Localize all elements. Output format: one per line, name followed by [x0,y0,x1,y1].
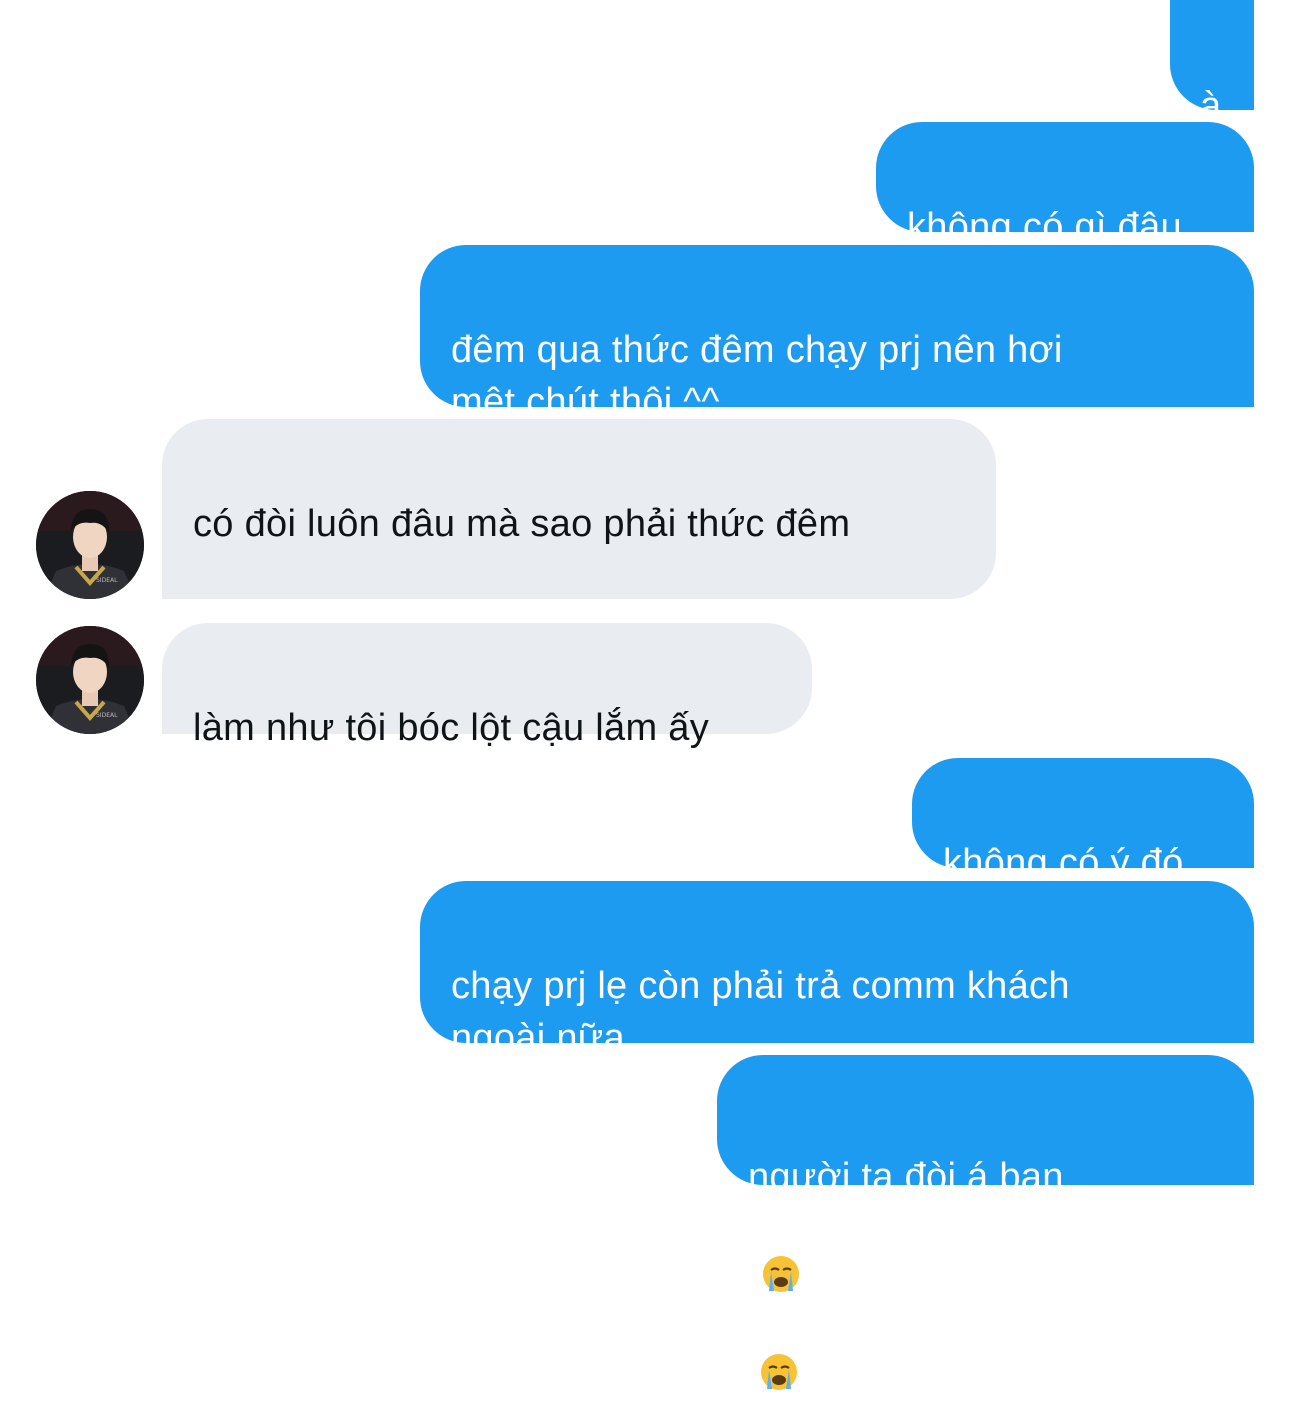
message-bubble-received[interactable]: có đòi luôn đâu mà sao phải thức đêm [162,419,996,697]
message-text: người ta đòi á bạn [748,1156,1064,1198]
message-text: đêm qua thức đêm chạy prj nên hơi mệt ch… [451,329,1063,423]
avatar[interactable]: SIDEAL [36,626,144,734]
user-avatar-icon: SIDEAL [36,491,144,599]
message-text: có đòi luôn đâu mà sao phải thức đêm [193,503,851,545]
avatar[interactable]: SIDEAL [36,491,144,599]
message-text: không có gì đâu [907,206,1182,248]
message-bubble-received[interactable]: làm như tôi bóc lột cậu lắm ấy [162,623,812,749]
loudly-crying-face-icon [760,1301,798,1390]
message-bubble-sent[interactable]: không có gì đâu [876,122,1254,248]
svg-text:SIDEAL: SIDEAL [96,577,118,584]
message-bubble-sent[interactable]: không có ý đó [912,758,1254,884]
message-bubble-sent[interactable]: người ta đòi á bạn [717,1055,1254,1390]
loudly-crying-face-icon [762,1203,800,1292]
message-bubble-sent[interactable]: chạy prj lẹ còn phải trả comm khách ngoà… [420,881,1254,1059]
message-bubble-sent[interactable]: đêm qua thức đêm chạy prj nên hơi mệt ch… [420,245,1254,423]
message-text: không có ý đó [943,842,1184,884]
message-text: à [1200,85,1222,127]
user-avatar-icon: SIDEAL [36,626,144,734]
message-text: làm như tôi bóc lột cậu lắm ấy [193,707,710,749]
svg-text:SIDEAL: SIDEAL [96,712,118,719]
message-text: chạy prj lẹ còn phải trả comm khách ngoà… [451,965,1070,1059]
message-bubble-sent[interactable]: à [1170,0,1254,127]
